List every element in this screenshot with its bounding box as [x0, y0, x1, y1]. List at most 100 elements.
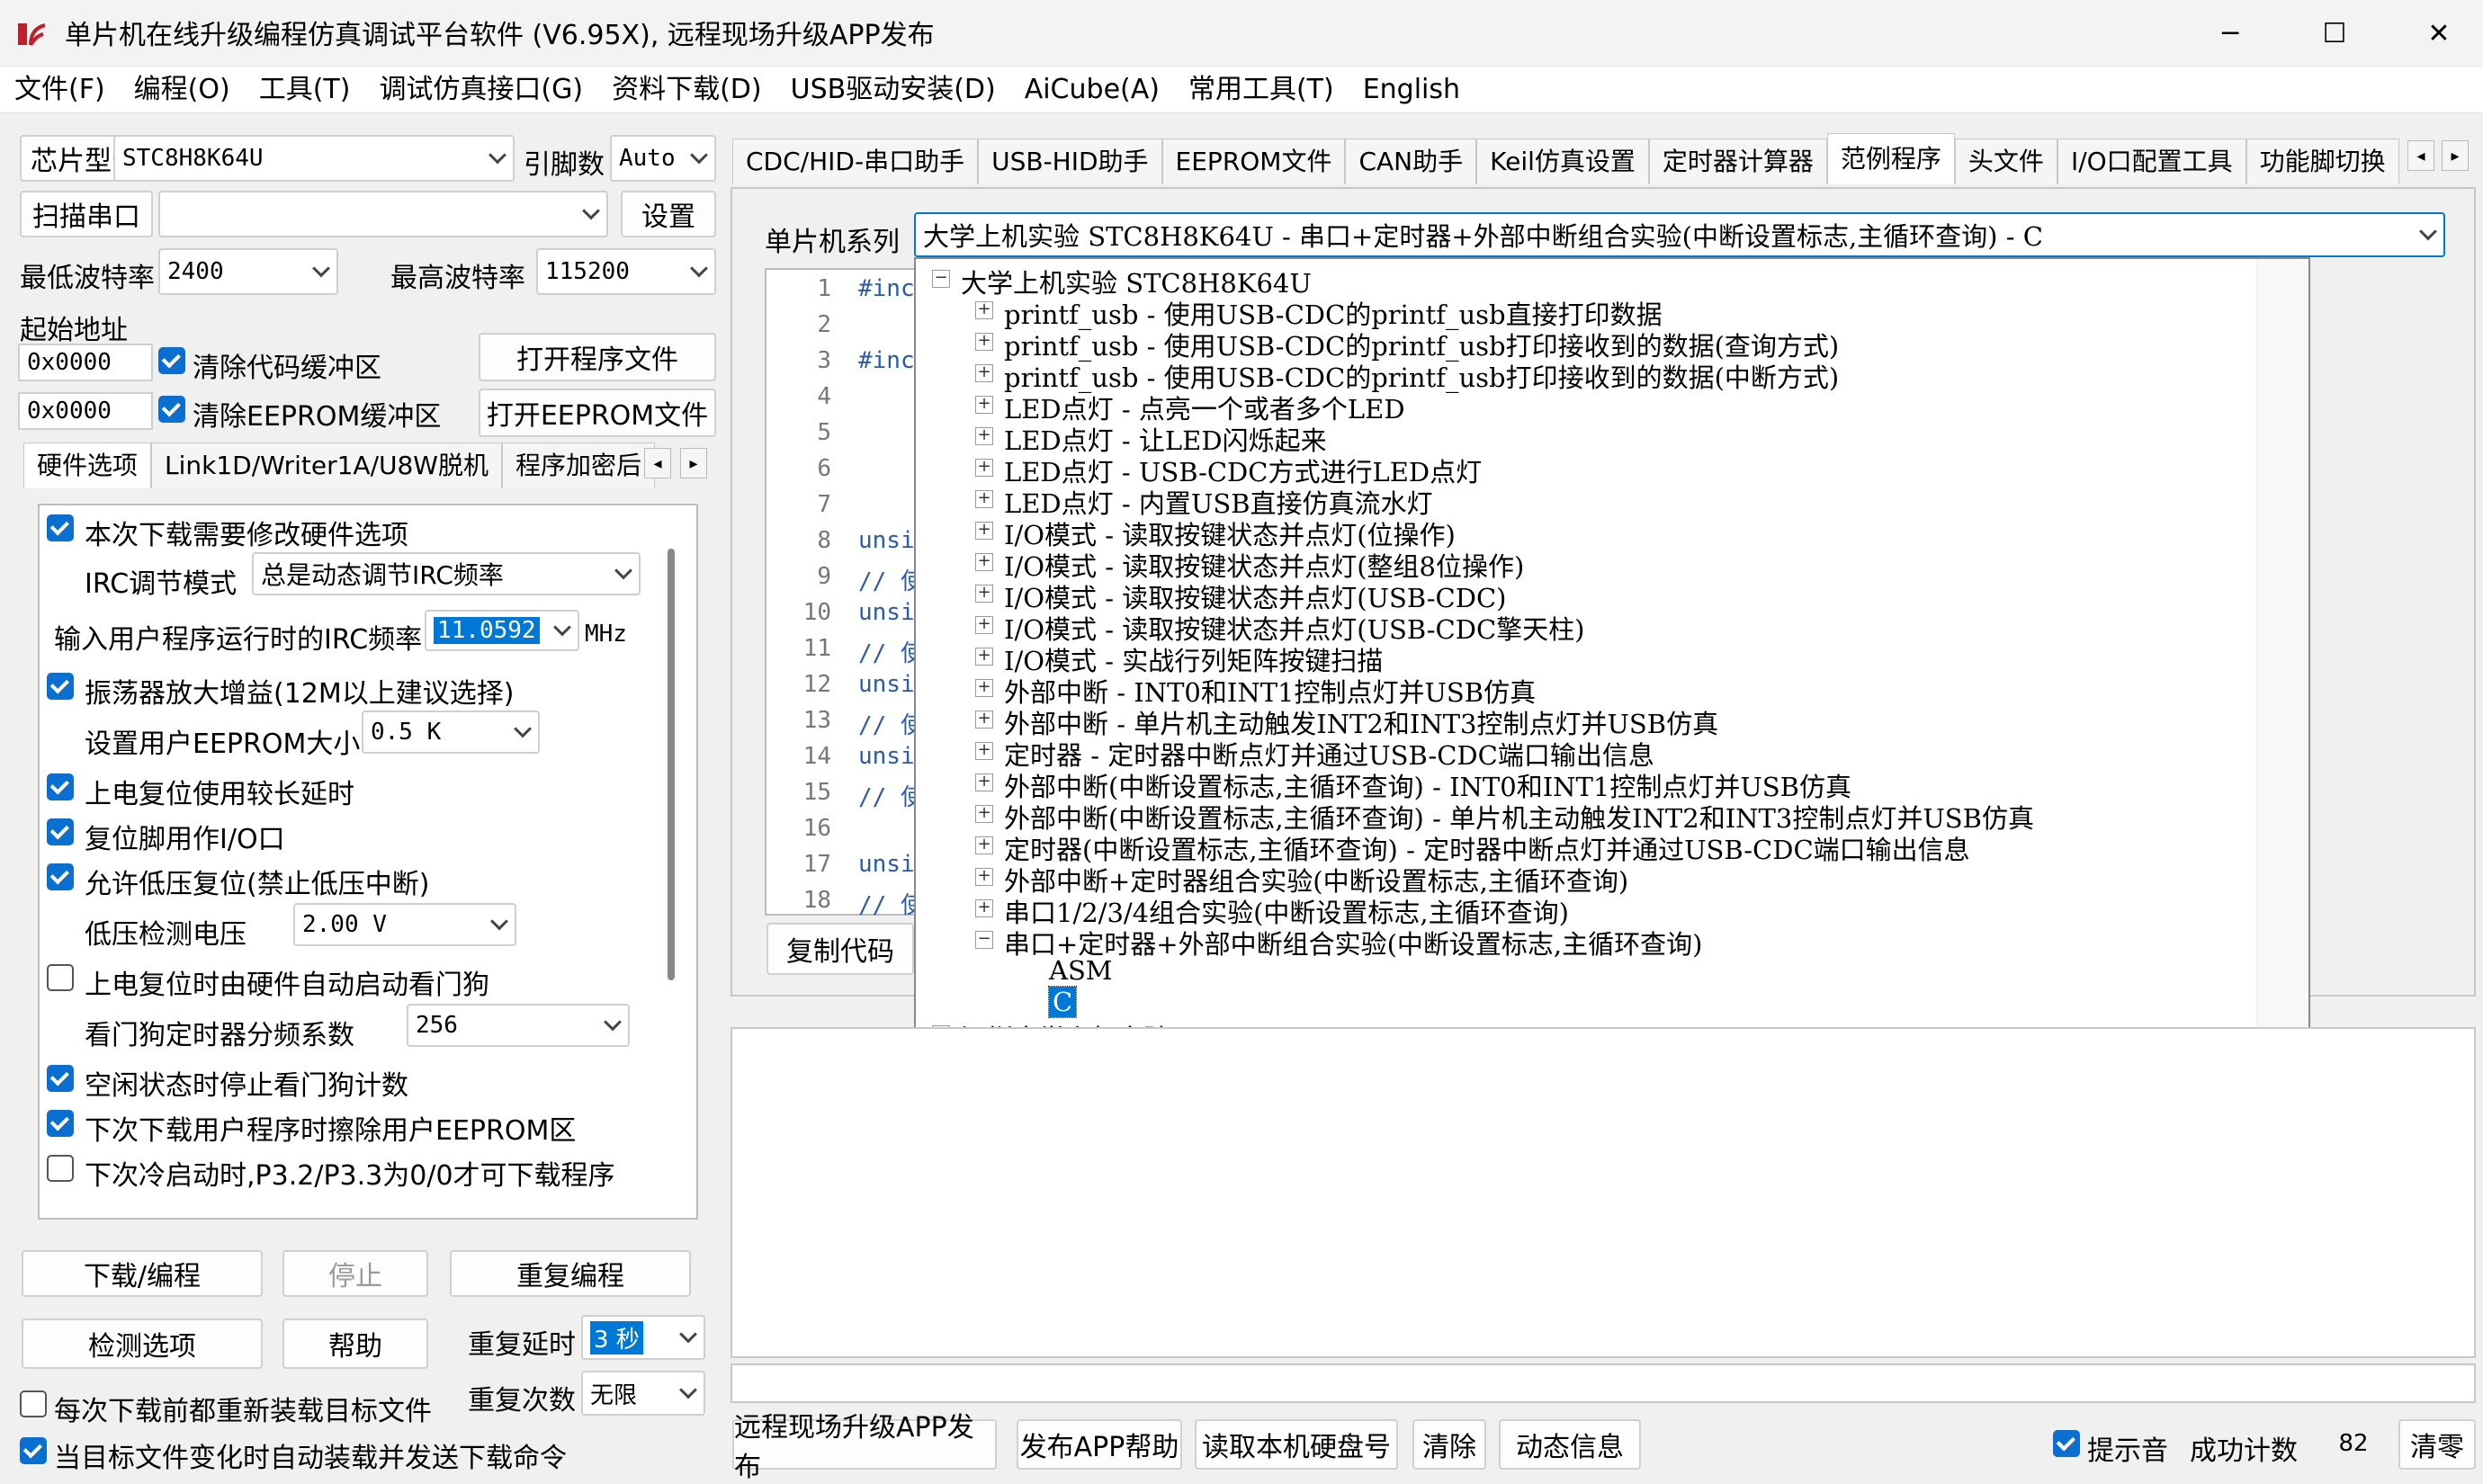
- irc-freq-select[interactable]: 11.0592: [425, 610, 579, 651]
- settings-button[interactable]: 设置: [621, 191, 716, 237]
- max-baud-select[interactable]: 115200: [536, 248, 716, 295]
- expand-icon[interactable]: +: [975, 711, 993, 729]
- menu-usb-driver[interactable]: USB驱动安装(D): [776, 70, 1010, 110]
- close-button[interactable]: ✕: [2386, 0, 2483, 67]
- expand-icon[interactable]: +: [975, 679, 993, 697]
- clear-eeprom-checkbox[interactable]: [158, 396, 185, 423]
- maximize-button[interactable]: ☐: [2281, 0, 2388, 67]
- expand-icon[interactable]: +: [975, 459, 993, 477]
- tree-leaf-c[interactable]: C: [1047, 986, 1078, 1018]
- tab-hardware-options[interactable]: 硬件选项: [23, 443, 152, 488]
- download-button[interactable]: 下载/编程: [22, 1250, 263, 1297]
- tab-eeprom-file[interactable]: EEPROM文件: [1161, 139, 1346, 184]
- tree-leaf-asm[interactable]: ASM: [1049, 955, 1113, 986]
- tab-pin-switch[interactable]: 功能脚切换: [2245, 139, 2399, 184]
- vertical-scrollbar[interactable]: [668, 549, 675, 980]
- expand-icon[interactable]: +: [975, 522, 993, 540]
- menu-file[interactable]: 文件(F): [0, 70, 120, 110]
- eeprom-size-select[interactable]: 0.5 K: [362, 711, 540, 754]
- open-eeprom-button[interactable]: 打开EEPROM文件: [479, 389, 716, 437]
- low-volt-select[interactable]: 2.00 V: [293, 903, 516, 946]
- right-tabs-scroll-right-icon[interactable]: ▸: [2442, 140, 2469, 171]
- repeat-program-button[interactable]: 重复编程: [450, 1250, 691, 1297]
- stop-button[interactable]: 停止: [282, 1250, 428, 1297]
- copy-code-button[interactable]: 复制代码: [766, 923, 914, 975]
- tabs-scroll-right-icon[interactable]: ▸: [680, 448, 707, 478]
- menu-debug[interactable]: 调试仿真接口(G): [364, 70, 597, 110]
- tab-keil[interactable]: Keil仿真设置: [1476, 139, 1649, 184]
- open-program-button[interactable]: 打开程序文件: [479, 333, 716, 381]
- tab-encryption[interactable]: 程序加密后: [502, 443, 656, 488]
- expand-icon[interactable]: +: [975, 427, 993, 445]
- check-options-button[interactable]: 检测选项: [22, 1319, 263, 1369]
- menu-common-tools[interactable]: 常用工具(T): [1174, 70, 1349, 110]
- read-disk-button[interactable]: 读取本机硬盘号: [1195, 1419, 1398, 1470]
- tab-examples[interactable]: 范例程序: [1826, 133, 1955, 184]
- power-delay-checkbox[interactable]: [47, 773, 74, 800]
- expand-icon[interactable]: +: [975, 805, 993, 823]
- wdt-div-select[interactable]: 256: [407, 1004, 630, 1047]
- minimize-button[interactable]: ─: [2177, 0, 2283, 67]
- expand-icon[interactable]: +: [975, 616, 993, 634]
- menu-tools[interactable]: 工具(T): [245, 70, 365, 110]
- expand-icon[interactable]: +: [975, 364, 993, 382]
- erase-eeprom-checkbox[interactable]: [47, 1110, 74, 1137]
- menu-english[interactable]: English: [1349, 70, 1475, 110]
- expand-icon[interactable]: +: [975, 553, 993, 571]
- reload-each-checkbox[interactable]: [20, 1390, 47, 1417]
- repeat-count-select[interactable]: 无限: [581, 1371, 705, 1416]
- address1-input[interactable]: 0x0000: [18, 344, 153, 381]
- menu-aicube[interactable]: AiCube(A): [1010, 70, 1174, 110]
- right-tabs-scroll-left-icon[interactable]: ◂: [2407, 140, 2434, 171]
- expand-icon[interactable]: +: [975, 490, 993, 508]
- tab-io-config[interactable]: I/O口配置工具: [2057, 139, 2246, 184]
- collapse-icon[interactable]: −: [932, 270, 950, 288]
- tabs-scroll-left-icon[interactable]: ◂: [644, 448, 671, 478]
- menu-program[interactable]: 编程(O): [120, 70, 245, 110]
- expand-icon[interactable]: +: [975, 742, 993, 760]
- tab-usb-hid[interactable]: USB-HID助手: [978, 139, 1162, 184]
- publish-help-button[interactable]: 发布APP帮助: [1017, 1419, 1182, 1470]
- auto-reload-checkbox[interactable]: [20, 1437, 47, 1464]
- osc-gain-checkbox[interactable]: [47, 673, 74, 700]
- chip-select[interactable]: STC8H8K64U: [113, 135, 515, 182]
- address2-input[interactable]: 0x0000: [18, 392, 153, 430]
- tab-can[interactable]: CAN助手: [1345, 139, 1477, 184]
- expand-icon[interactable]: +: [975, 396, 993, 414]
- idle-stop-wdt-checkbox[interactable]: [47, 1065, 74, 1092]
- tab-timer-calc[interactable]: 定时器计算器: [1648, 139, 1827, 184]
- scan-port-button[interactable]: 扫描串口: [20, 191, 153, 237]
- help-button[interactable]: 帮助: [282, 1319, 428, 1369]
- expand-icon[interactable]: +: [975, 301, 993, 319]
- expand-icon[interactable]: +: [975, 868, 993, 886]
- menu-download[interactable]: 资料下载(D): [597, 70, 776, 110]
- pins-select[interactable]: Auto: [610, 135, 716, 182]
- expand-icon[interactable]: +: [975, 836, 993, 854]
- expand-icon[interactable]: +: [975, 773, 993, 791]
- tab-header-file[interactable]: 头文件: [1954, 139, 2057, 184]
- tab-cdc-serial[interactable]: CDC/HID-串口助手: [732, 139, 979, 184]
- sound-checkbox[interactable]: [2053, 1430, 2080, 1457]
- irc-mode-select[interactable]: 总是动态调节IRC频率: [252, 552, 641, 595]
- expand-icon[interactable]: +: [975, 333, 993, 351]
- clear-code-checkbox[interactable]: [158, 347, 185, 374]
- collapse-icon[interactable]: −: [975, 931, 993, 949]
- expand-icon[interactable]: +: [975, 899, 993, 917]
- min-baud-select[interactable]: 2400: [158, 248, 338, 295]
- port-select[interactable]: [158, 191, 608, 237]
- reset-count-button[interactable]: 清零: [2398, 1419, 2476, 1470]
- expand-icon[interactable]: +: [975, 648, 993, 666]
- expand-icon[interactable]: +: [975, 585, 993, 603]
- low-volt-reset-checkbox[interactable]: [47, 863, 74, 890]
- series-dropdown-tree[interactable]: − 大学上机实验 STC8H8K64U + printf_usb - 使用USB-CD…: [914, 257, 2310, 1155]
- tab-offline-writer[interactable]: Link1D/Writer1A/U8W脱机: [151, 443, 502, 488]
- repeat-delay-select[interactable]: 3 秒: [581, 1315, 705, 1360]
- cold-boot-checkbox[interactable]: [47, 1155, 74, 1182]
- dynamic-info-button[interactable]: 动态信息: [1499, 1419, 1641, 1470]
- need-modify-checkbox[interactable]: [47, 514, 74, 541]
- reset-io-checkbox[interactable]: [47, 818, 74, 845]
- clear-button[interactable]: 清除: [1412, 1419, 1486, 1470]
- watchdog-auto-checkbox[interactable]: [47, 964, 74, 991]
- publish-app-button[interactable]: 远程现场升级APP发布: [732, 1412, 997, 1483]
- series-select[interactable]: 大学上机实验 STC8H8K64U - 串口+定时器+外部中断组合实验(中断设置…: [914, 212, 2445, 257]
